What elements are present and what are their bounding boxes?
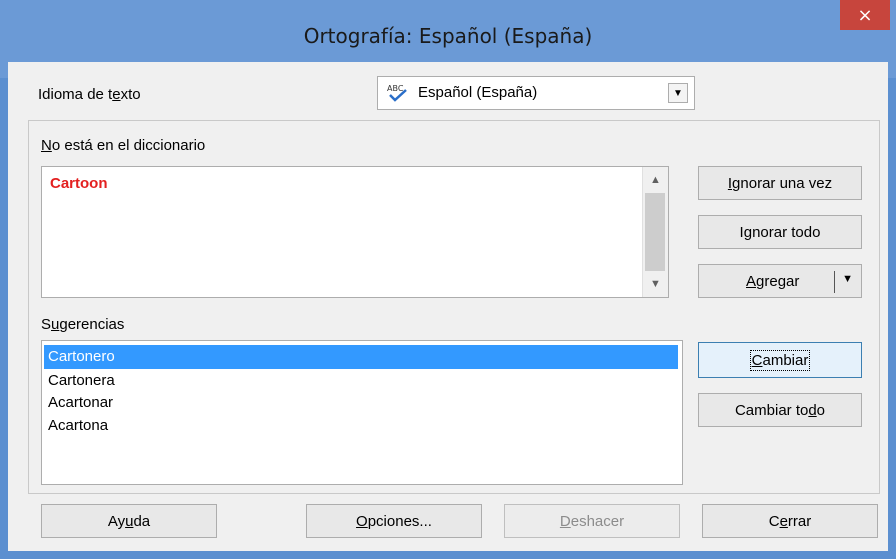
scroll-down-icon[interactable]: ▼	[643, 273, 668, 295]
scroll-up-icon[interactable]: ▲	[643, 169, 668, 191]
help-button[interactable]: Ay u da	[41, 504, 217, 538]
vertical-scrollbar[interactable]: ▲ ▼	[642, 167, 668, 297]
chevron-down-icon[interactable]: ▼	[668, 83, 688, 103]
window-title: Ortografía: Español (España)	[303, 24, 593, 48]
options-button[interactable]: Opciones...	[306, 504, 482, 538]
split-separator	[834, 271, 835, 293]
not-in-dictionary-label: No está en el diccionario	[41, 137, 206, 154]
scroll-thumb[interactable]	[645, 193, 665, 271]
spellcheck-abc-icon: ABC	[387, 84, 407, 102]
dialog-body: Idioma de texto ABC Español (España) ▼ N…	[8, 62, 888, 551]
list-item[interactable]: Acartonar	[44, 391, 678, 415]
spellcheck-dialog: Ortografía: Español (España) × Idioma de…	[0, 0, 896, 559]
dropdown-arrow-icon[interactable]: ▼	[842, 273, 853, 285]
list-item[interactable]: Acartona	[44, 414, 678, 438]
not-in-dictionary-text[interactable]: Cartoon ▲ ▼	[41, 166, 669, 298]
language-select[interactable]: ABC Español (España) ▼	[377, 76, 695, 110]
change-button[interactable]: Cambiar	[698, 342, 862, 378]
list-item[interactable]: Cartonera	[44, 369, 678, 393]
language-label: Idioma de texto	[38, 86, 141, 103]
ignore-all-button[interactable]: Ig norar todo	[698, 215, 862, 249]
add-button[interactable]: Agregar ▼	[698, 264, 862, 298]
undo-button[interactable]: Deshacer	[504, 504, 680, 538]
list-item[interactable]: Cartonero	[44, 345, 678, 369]
suggestions-list[interactable]: Cartonero Cartonera Acartonar Acartona	[41, 340, 683, 485]
svg-text:ABC: ABC	[387, 84, 404, 93]
change-all-button[interactable]: Cambiar to d o	[698, 393, 862, 427]
close-icon: ×	[857, 4, 873, 26]
suggestions-label: Sugerencias	[41, 316, 125, 333]
close-button[interactable]: Ce rrar	[702, 504, 878, 538]
ignore-once-button[interactable]: Ignorar una vez	[698, 166, 862, 200]
misspelled-word[interactable]: Cartoon	[50, 175, 108, 192]
language-value: Español (España)	[418, 84, 538, 101]
close-window-button[interactable]: ×	[840, 0, 890, 30]
